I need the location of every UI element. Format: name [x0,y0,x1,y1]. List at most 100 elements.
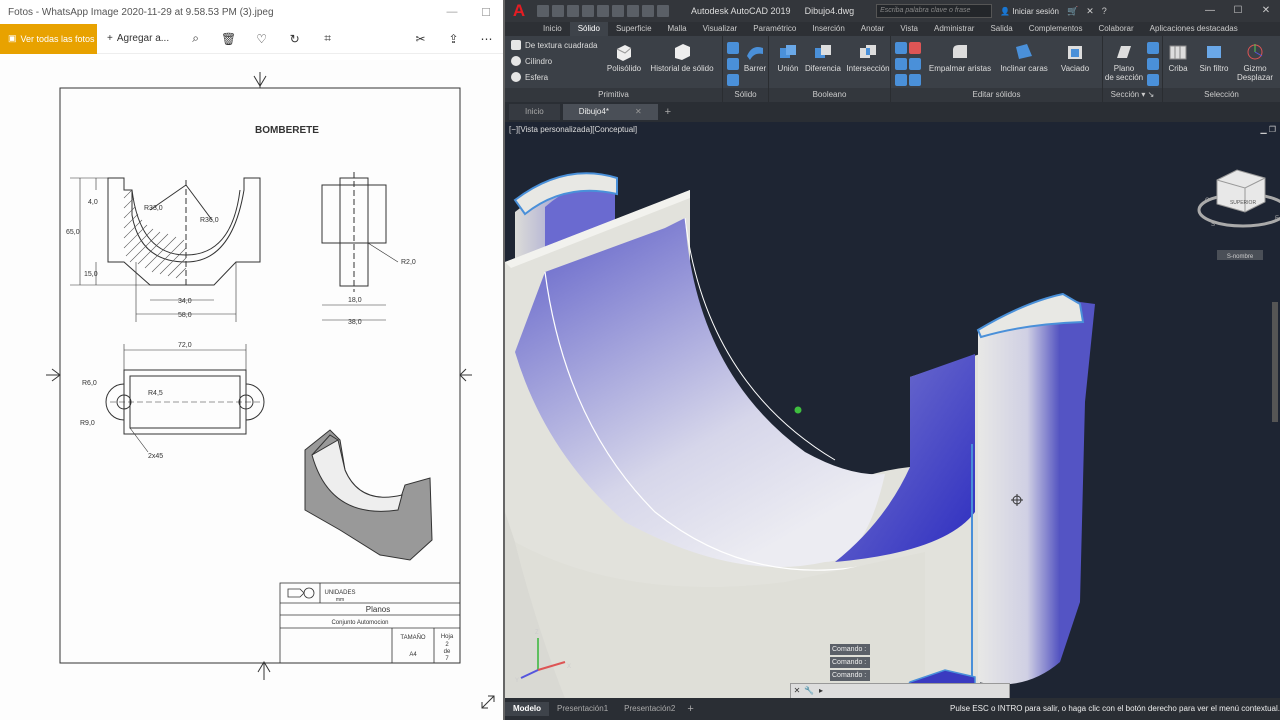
ribbon-tab-12[interactable]: Colaborar [1091,22,1142,36]
prompt-icon[interactable]: ▸ [815,685,827,697]
dim-58: 58,0 [178,312,192,319]
3d-model[interactable]: Z X Y SUPERIOR S E O S-nombre [505,122,1280,698]
revolve-icon[interactable] [727,58,739,70]
ribbon-tab-7[interactable]: Anotar [853,22,893,36]
edit-tool-3-icon[interactable] [895,58,907,70]
doc-tab-drawing[interactable]: Dibujo4* ✕ [562,104,658,120]
section-plane-button[interactable]: Plano de sección [1103,42,1145,82]
command-line-input[interactable]: ✕ 🔧 ▸ [790,683,1010,699]
loft-icon[interactable] [727,74,739,86]
cart-icon[interactable]: 🛒 [1067,6,1078,17]
search-input[interactable]: Escriba palabra clave o frase [876,4,993,18]
union-label: Unión [777,64,799,73]
workspace-icon[interactable] [657,5,669,17]
delete-icon[interactable]: 🗑 [212,32,245,46]
autocad-logo[interactable]: A [505,0,533,22]
ribbon-tab-8[interactable]: Vista [892,22,926,36]
close-cmd-icon[interactable]: ✕ [791,685,803,697]
pivot-marker[interactable] [794,406,802,414]
tab-layout1[interactable]: Presentación1 [549,702,616,716]
redo-icon[interactable] [642,5,654,17]
maximize-icon[interactable]: ☐ [469,6,503,19]
fillet-edge-label: Empalmar aristas [928,64,992,73]
view-all-label: Ver todas las fotos [20,33,95,44]
solid-history-icon [675,44,690,60]
more-icon[interactable]: ⋯ [470,32,503,46]
minimize-icon[interactable]: — [435,6,469,18]
ribbon-tab-3[interactable]: Malla [660,22,695,36]
favorite-icon[interactable]: ♡ [245,32,278,46]
fillet-edge-button[interactable]: Empalmar aristas [927,42,993,73]
difference-button[interactable]: Diferencia [803,42,843,73]
exchange-icon[interactable]: ✕ [1086,6,1094,17]
new-icon[interactable] [537,5,549,17]
undo-icon[interactable] [627,5,639,17]
nav-bar[interactable] [1272,302,1278,422]
edit-tool-6-icon[interactable] [909,74,921,86]
solid-history-button[interactable]: Historial de sólido [647,42,717,73]
save-icon[interactable] [567,5,579,17]
restore-icon[interactable]: ☐ [1224,0,1252,22]
tab-layout2[interactable]: Presentación2 [616,702,683,716]
minimize-icon[interactable]: — [1196,0,1224,22]
edit-tool-2-icon[interactable] [909,42,921,54]
box-button[interactable]: De textura cuadrada [511,40,598,50]
model-viewport[interactable]: [−][Vista personalizada][Conceptual] ▁ ❐ [505,122,1280,699]
polysolid-button[interactable]: Polisólido [605,42,643,73]
ribbon-tab-0[interactable]: Inicio [535,22,570,36]
shell-button[interactable]: Vaciado [1053,42,1097,73]
open-icon[interactable] [552,5,564,17]
print-icon[interactable] [597,5,609,17]
saveas-icon[interactable] [582,5,594,17]
wrench-icon[interactable]: 🔧 [803,685,815,697]
tab-model[interactable]: Modelo [505,702,549,716]
ribbon-tab-2[interactable]: Superficie [608,22,660,36]
extrude-icon[interactable] [727,42,739,54]
signin-button[interactable]: 👤 Iniciar sesión [1000,7,1059,16]
edit-tool-4-icon[interactable] [909,58,921,70]
intersection-button[interactable]: Intersección [845,42,891,73]
add-to-button[interactable]: + Agregar a... [97,24,179,54]
doc-tab-start[interactable]: Inicio [509,104,560,120]
compass-o: O [1205,198,1210,204]
add-layout-icon[interactable]: + [687,703,693,715]
sphere-button[interactable]: Esfera [511,72,548,82]
taper-faces-button[interactable]: Inclinar caras [999,42,1049,73]
ribbon-tab-9[interactable]: Administrar [926,22,982,36]
close-tab-icon[interactable]: ✕ [635,107,642,116]
ribbon-tab-11[interactable]: Complementos [1021,22,1091,36]
edit-tool-5-icon[interactable] [895,74,907,86]
close-icon[interactable]: ✕ [1252,0,1280,22]
ribbon-tab-1[interactable]: Sólido [569,22,608,36]
zoom-icon[interactable]: ⌕ [179,31,212,46]
plot-icon[interactable] [612,5,624,17]
section-tool-2-icon[interactable] [1147,58,1159,70]
edit-tool-1-icon[interactable] [895,42,907,54]
sphere-label: Esfera [525,72,549,82]
cylinder-button[interactable]: Cilindro [511,56,552,66]
new-tab-icon[interactable]: + [665,106,671,118]
dim-34: 34,0 [178,298,192,305]
crop-icon[interactable]: ⌗ [311,31,344,46]
sweep-button[interactable]: Barrer [741,42,769,73]
section-tool-1-icon[interactable] [1147,42,1159,54]
section-tool-3-icon[interactable] [1147,74,1159,86]
no-filter-button[interactable]: Sin filtro [1195,42,1233,73]
ribbon-tab-13[interactable]: Aplicaciones destacadas [1142,22,1246,36]
union-button[interactable]: Unión [773,42,803,73]
dim-r33: R33,0 [144,205,163,212]
svg-text:Y: Y [515,678,519,684]
view-all-photos-button[interactable]: ▣ Ver todas las fotos [0,23,97,54]
edit-icon[interactable]: ✂ [404,32,437,46]
help-icon[interactable]: ? [1102,6,1107,17]
tb-units-val: mm [336,597,344,603]
ribbon-tab-5[interactable]: Paramétrico [745,22,804,36]
ribbon-tab-10[interactable]: Salida [982,22,1020,36]
rotate-icon[interactable]: ↻ [278,32,311,46]
move-gizmo-button[interactable]: Gizmo Desplazar [1235,42,1275,82]
viewcube[interactable]: SUPERIOR S E O [1197,169,1280,228]
ribbon-tab-6[interactable]: Inserción [804,22,852,36]
ribbon-tab-4[interactable]: Visualizar [695,22,746,36]
share-icon[interactable]: ⇪ [437,32,470,46]
culling-button[interactable]: Criba [1163,42,1193,73]
